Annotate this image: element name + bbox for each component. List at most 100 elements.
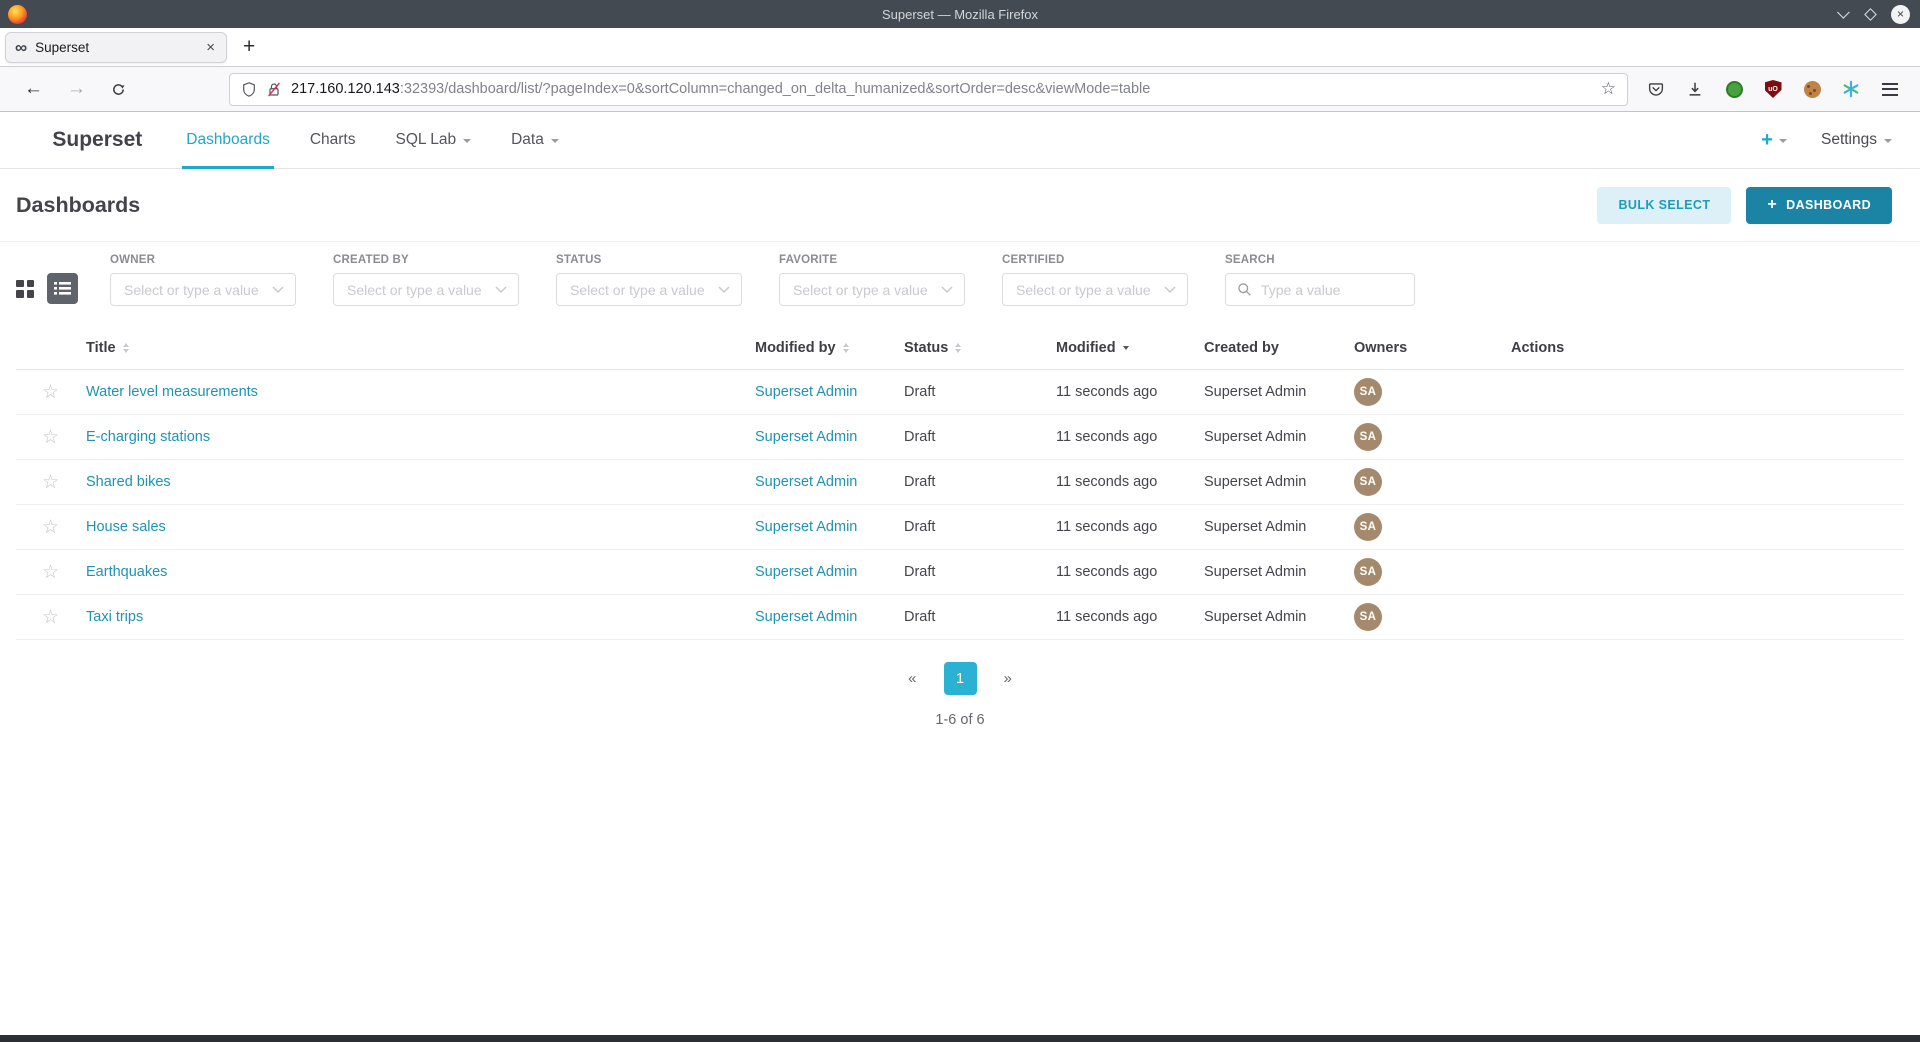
owner-select[interactable] [110, 273, 296, 306]
table-row: ☆ Water level measurements Superset Admi… [16, 370, 1904, 415]
modified-by-link[interactable]: Superset Admin [755, 609, 857, 625]
dashboard-title-link[interactable]: Earthquakes [86, 564, 167, 580]
reload-button[interactable] [98, 81, 139, 98]
dashboard-title-link[interactable]: Water level measurements [86, 384, 258, 400]
favorite-star-icon[interactable]: ☆ [42, 518, 86, 537]
page-1-button[interactable]: 1 [944, 662, 977, 695]
pocket-icon[interactable] [1646, 79, 1666, 99]
modified-by-link[interactable]: Superset Admin [755, 429, 857, 445]
url-text[interactable]: 217.160.120.143:32393/dashboard/list/?pa… [291, 81, 1150, 97]
tracking-shield-icon[interactable] [241, 81, 257, 98]
favorite-select-input[interactable] [791, 281, 941, 299]
created-by-select[interactable] [333, 273, 519, 306]
favorite-star-icon[interactable]: ☆ [42, 428, 86, 447]
search-box[interactable] [1225, 273, 1415, 306]
certified-select[interactable] [1002, 273, 1188, 306]
close-tab-icon[interactable]: × [204, 39, 217, 56]
new-tab-button[interactable]: + [243, 35, 255, 59]
table-row: ☆ Shared bikes Superset Admin Draft 11 s… [16, 460, 1904, 505]
modified-by-link[interactable]: Superset Admin [755, 519, 857, 535]
maximize-icon[interactable] [1864, 8, 1877, 21]
dashboard-title-link[interactable]: Taxi trips [86, 609, 143, 625]
column-modified[interactable]: Modified [1056, 340, 1204, 356]
plus-icon: + [1767, 197, 1777, 213]
status-cell: Draft [904, 429, 1056, 445]
dashboard-title-link[interactable]: Shared bikes [86, 474, 171, 490]
menu-hamburger-icon[interactable] [1880, 79, 1900, 99]
close-window-icon[interactable]: × [1891, 5, 1910, 24]
chevron-down-icon [1884, 139, 1892, 143]
back-button[interactable]: ← [12, 78, 55, 100]
nav-item-sql-lab[interactable]: SQL Lab [375, 112, 491, 168]
certified-select-input[interactable] [1014, 281, 1164, 299]
tab-superset[interactable]: ∞ Superset × [5, 32, 227, 63]
owner-select-input[interactable] [122, 281, 272, 299]
firefox-logo-icon [8, 5, 27, 24]
avatar[interactable]: SA [1354, 423, 1382, 451]
card-view-icon[interactable] [16, 280, 34, 298]
avatar[interactable]: SA [1354, 378, 1382, 406]
favorite-star-icon[interactable]: ☆ [42, 608, 86, 627]
search-icon [1237, 282, 1252, 297]
asterisk-extension-icon[interactable] [1841, 79, 1861, 99]
superset-brand[interactable]: ∞ Superset [14, 112, 142, 168]
filter-label: STATUS [556, 254, 742, 266]
nav-item-dashboards[interactable]: Dashboards [166, 112, 290, 168]
avatar[interactable]: SA [1354, 558, 1382, 586]
chevron-down-icon [718, 286, 730, 294]
list-view-icon[interactable] [47, 273, 78, 304]
toolbar-icons: uO [1642, 79, 1908, 99]
forward-button[interactable]: → [55, 78, 98, 100]
column-title[interactable]: Title [86, 340, 755, 356]
favorite-select[interactable] [779, 273, 965, 306]
modified-cell: 11 seconds ago [1056, 474, 1204, 490]
favorite-star-icon[interactable]: ☆ [42, 563, 86, 582]
prev-page-button[interactable]: « [908, 670, 916, 687]
dashboard-title-link[interactable]: E-charging stations [86, 429, 210, 445]
new-dashboard-button[interactable]: + DASHBOARD [1746, 187, 1892, 224]
new-item-menu[interactable]: + [1761, 129, 1787, 152]
filter-status: STATUS [556, 254, 742, 306]
created-by-select-input[interactable] [345, 281, 495, 299]
avatar[interactable]: SA [1354, 468, 1382, 496]
tab-title: Superset [35, 40, 204, 55]
column-status[interactable]: Status [904, 340, 1056, 356]
status-cell: Draft [904, 564, 1056, 580]
extension-green-icon[interactable] [1724, 79, 1744, 99]
filter-label: CERTIFIED [1002, 254, 1188, 266]
modified-by-link[interactable]: Superset Admin [755, 564, 857, 580]
sort-icons [843, 343, 849, 353]
avatar[interactable]: SA [1354, 513, 1382, 541]
new-dashboard-label: DASHBOARD [1786, 198, 1871, 212]
favorite-star-icon[interactable]: ☆ [42, 383, 86, 402]
bookmark-star-icon[interactable]: ☆ [1601, 79, 1616, 99]
nav-item-data[interactable]: Data [491, 112, 579, 168]
modified-cell: 11 seconds ago [1056, 429, 1204, 445]
ublock-origin-icon[interactable]: uO [1763, 79, 1783, 99]
created-by-cell: Superset Admin [1204, 474, 1354, 490]
url-bar[interactable]: 217.160.120.143:32393/dashboard/list/?pa… [229, 73, 1628, 106]
downloads-icon[interactable] [1685, 79, 1705, 99]
bulk-select-button[interactable]: BULK SELECT [1597, 187, 1731, 224]
modified-by-link[interactable]: Superset Admin [755, 384, 857, 400]
page-title: Dashboards [16, 193, 140, 218]
status-select-input[interactable] [568, 281, 718, 299]
filter-favorite: FAVORITE [779, 254, 965, 306]
column-modified-by[interactable]: Modified by [755, 340, 904, 356]
settings-menu[interactable]: Settings [1821, 131, 1892, 149]
nav-label: Data [511, 131, 544, 149]
favorite-star-icon[interactable]: ☆ [42, 473, 86, 492]
column-created-by: Created by [1204, 340, 1354, 356]
avatar[interactable]: SA [1354, 603, 1382, 631]
nav-item-charts[interactable]: Charts [290, 112, 376, 168]
created-by-cell: Superset Admin [1204, 384, 1354, 400]
insecure-lock-icon[interactable] [266, 81, 282, 98]
next-page-button[interactable]: » [1004, 670, 1012, 687]
cookie-extension-icon[interactable] [1802, 79, 1822, 99]
pagination: « 1 » [0, 662, 1920, 695]
dashboard-title-link[interactable]: House sales [86, 519, 166, 535]
chevron-down-icon [463, 139, 471, 143]
modified-by-link[interactable]: Superset Admin [755, 474, 857, 490]
status-select[interactable] [556, 273, 742, 306]
search-input[interactable] [1259, 281, 1403, 299]
